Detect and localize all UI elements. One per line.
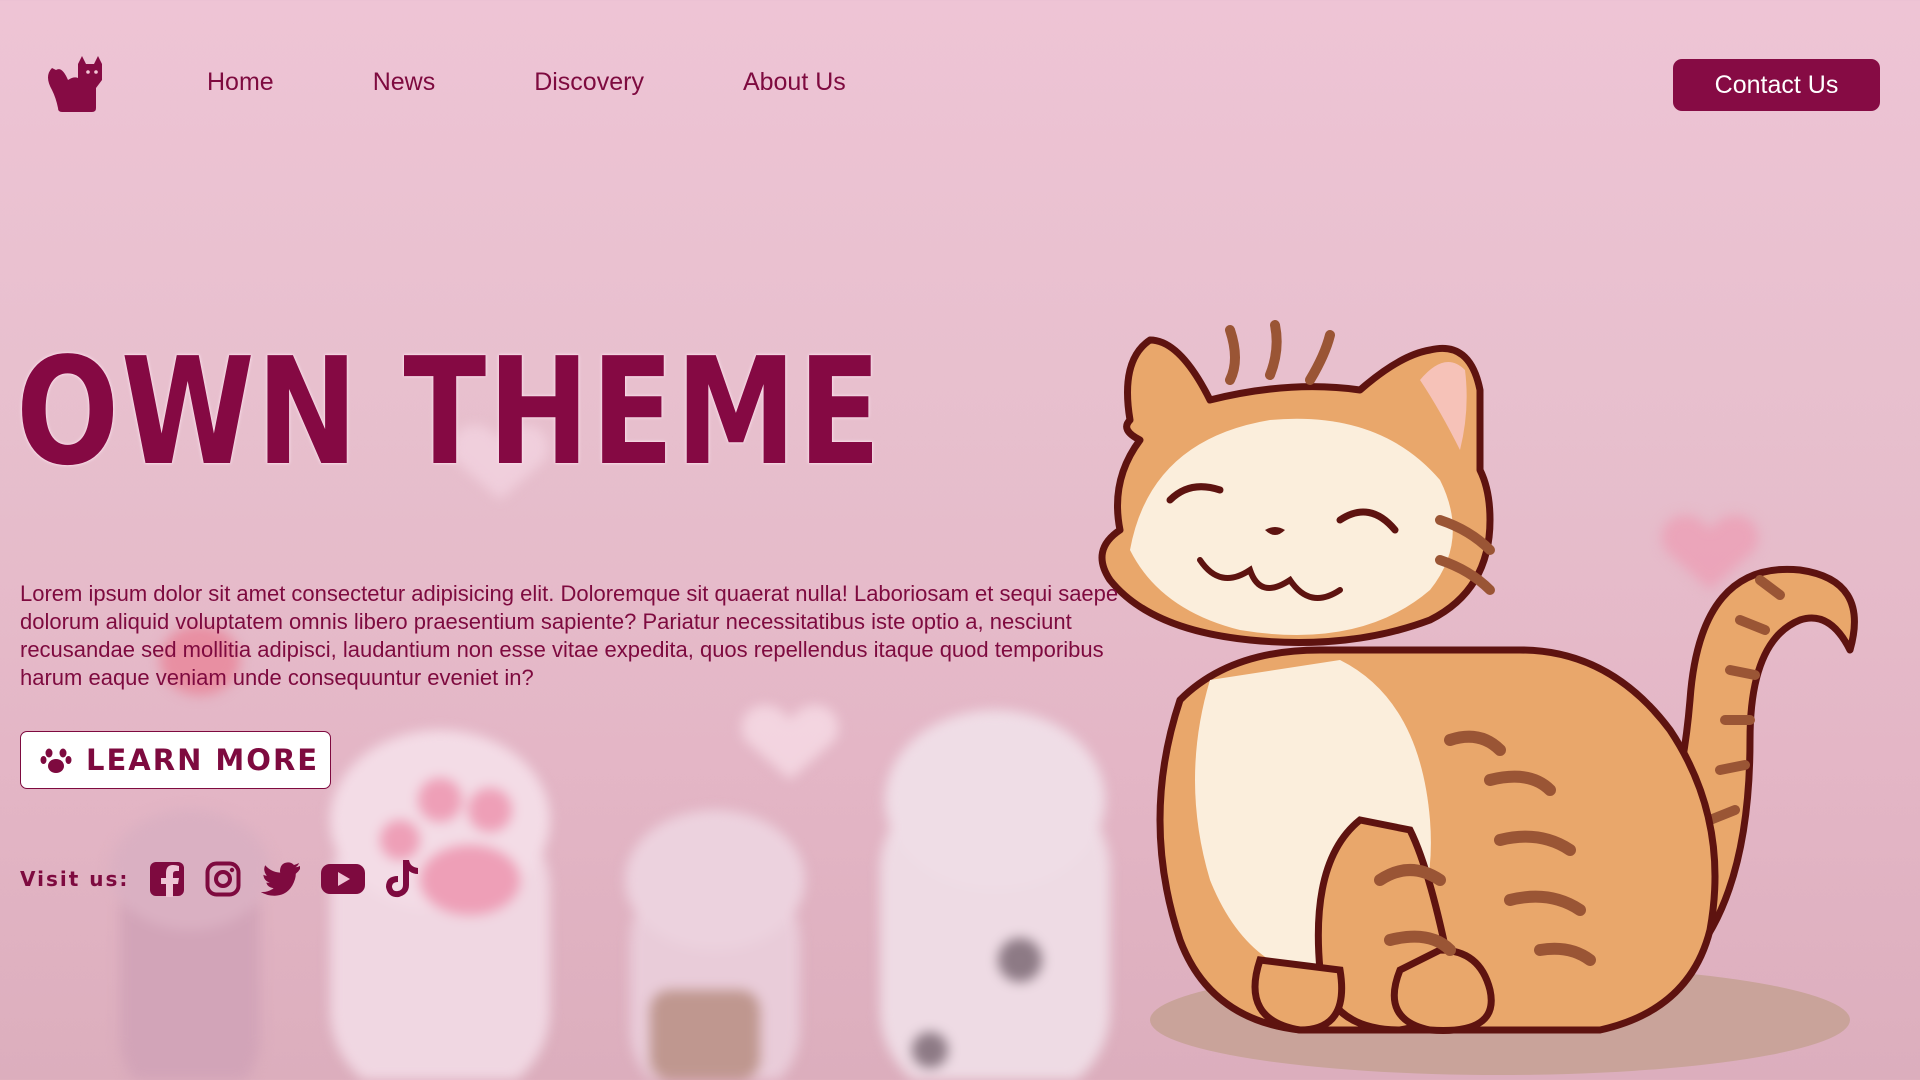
instagram-icon[interactable] — [205, 861, 241, 897]
learn-more-label: LEARN MORE — [86, 743, 320, 777]
nav-discovery-link[interactable]: Discovery — [534, 68, 644, 97]
twitter-icon[interactable] — [261, 862, 301, 896]
hero-title: OWN THEME — [16, 326, 883, 498]
hero-description: Lorem ipsum dolor sit amet consectetur a… — [20, 581, 1119, 690]
paw-icon — [40, 748, 72, 773]
nav-about-us-link[interactable]: About Us — [743, 68, 846, 97]
contact-us-button[interactable]: Contact Us — [1673, 59, 1880, 111]
social-links: Visit us: — [20, 859, 441, 899]
cat-logo-icon[interactable] — [42, 50, 108, 116]
main-nav: Home News Discovery About Us — [207, 68, 945, 97]
youtube-icon[interactable] — [321, 863, 366, 895]
visit-us-label: Visit us: — [20, 867, 130, 891]
tiktok-icon[interactable] — [385, 859, 421, 899]
facebook-icon[interactable] — [149, 861, 185, 897]
site-header: Home News Discovery About Us Contact Us — [0, 0, 1920, 170]
nav-news-link[interactable]: News — [373, 68, 436, 97]
cat-illustration — [1060, 320, 1920, 1080]
nav-home-link[interactable]: Home — [207, 68, 274, 97]
learn-more-button[interactable]: LEARN MORE — [20, 731, 331, 789]
